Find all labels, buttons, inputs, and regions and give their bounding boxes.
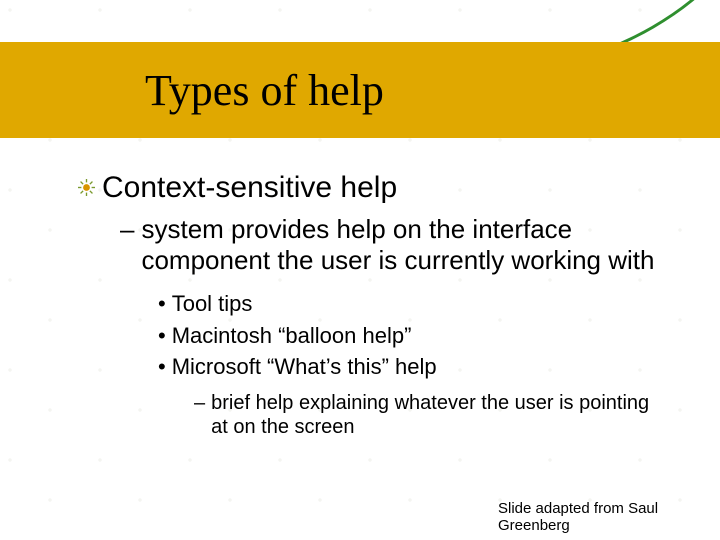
level4-text: brief help explaining whatever the user … <box>211 391 671 439</box>
bullet-level1: Context-sensitive help <box>78 170 680 206</box>
level2-text: system provides help on the interface co… <box>141 214 661 276</box>
dot-bullet: • <box>158 290 166 318</box>
slide-body: Context-sensitive help – system provides… <box>78 170 680 439</box>
bullet-level4: – brief help explaining whatever the use… <box>194 391 680 439</box>
level3-item: Microsoft “What’s this” help <box>172 353 437 381</box>
bullet-level2: – system provides help on the interface … <box>120 214 680 276</box>
slide-attribution: Slide adapted from Saul Greenberg <box>498 500 698 535</box>
level1-heading: Context-sensitive help <box>102 170 397 206</box>
slide-title: Types of help <box>145 65 384 116</box>
dot-bullet: • <box>158 353 166 381</box>
dash-bullet: – <box>194 391 205 439</box>
dash-bullet: – <box>120 214 134 276</box>
level3-item: Tool tips <box>172 290 253 318</box>
title-band: Types of help <box>0 42 720 138</box>
sun-bullet-icon <box>78 179 95 196</box>
bullet-level3: • Macintosh “balloon help” <box>158 322 680 350</box>
level3-item: Macintosh “balloon help” <box>172 322 412 350</box>
bullet-level3: • Microsoft “What’s this” help <box>158 353 680 381</box>
dot-bullet: • <box>158 322 166 350</box>
bullet-level3: • Tool tips <box>158 290 680 318</box>
